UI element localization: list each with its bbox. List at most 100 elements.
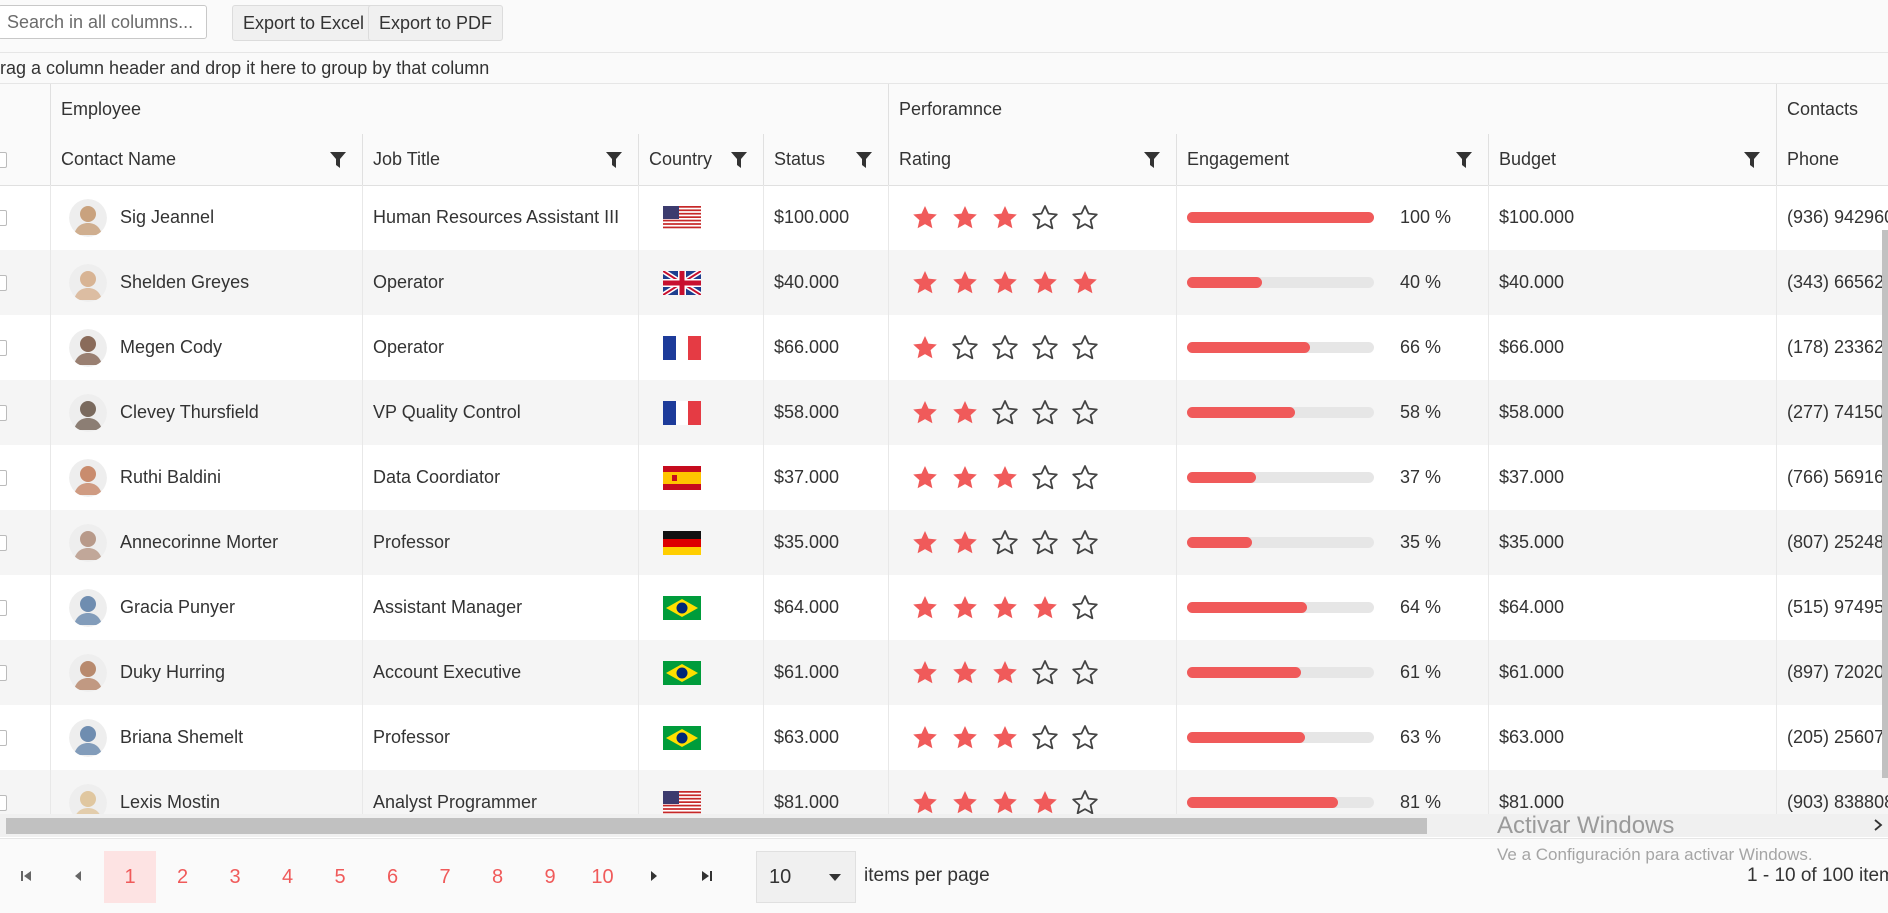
country-cell[interactable] [638, 380, 763, 445]
star-filled-icon[interactable] [911, 659, 939, 687]
column-header-budget[interactable]: Budget [1488, 134, 1776, 185]
country-cell[interactable] [638, 640, 763, 705]
job-title-cell[interactable]: Account Executive [362, 640, 638, 705]
row-checkbox[interactable] [0, 404, 7, 421]
table-row[interactable]: Lexis Mostin Analyst Programmer $81.000 … [0, 770, 1888, 814]
country-cell[interactable] [638, 315, 763, 380]
phone-cell[interactable]: (807) 252483 [1776, 510, 1888, 575]
job-title-cell[interactable]: Assistant Manager [362, 575, 638, 640]
status-cell[interactable]: $40.000 [763, 250, 888, 315]
search-input[interactable] [0, 5, 207, 39]
star-empty-icon[interactable] [1071, 399, 1099, 427]
phone-cell[interactable]: (205) 256079 [1776, 705, 1888, 770]
scroll-right-arrow-icon[interactable] [1872, 819, 1884, 831]
star-filled-icon[interactable] [951, 724, 979, 752]
page-1-button[interactable]: 1 [104, 851, 156, 903]
table-row[interactable]: Sig Jeannel Human Resources Assistant II… [0, 185, 1888, 250]
column-header-status[interactable]: Status [763, 134, 888, 185]
rating-cell[interactable] [888, 315, 1176, 380]
rating-cell[interactable] [888, 575, 1176, 640]
rating-cell[interactable] [888, 380, 1176, 445]
star-empty-icon[interactable] [1031, 529, 1059, 557]
table-row[interactable]: Gracia Punyer Assistant Manager $64.000 … [0, 575, 1888, 640]
page-8-button[interactable]: 8 [472, 851, 524, 903]
status-cell[interactable]: $63.000 [763, 705, 888, 770]
star-empty-icon[interactable] [1031, 724, 1059, 752]
phone-cell[interactable]: (343) 665627 [1776, 250, 1888, 315]
status-cell[interactable]: $66.000 [763, 315, 888, 380]
page-4-button[interactable]: 4 [262, 851, 314, 903]
header-group-employee[interactable]: Employee [50, 84, 888, 134]
rating-cell[interactable] [888, 640, 1176, 705]
budget-cell[interactable]: $64.000 [1488, 575, 1776, 640]
rating-stars[interactable] [911, 789, 1099, 815]
job-title-cell[interactable]: Analyst Programmer [362, 770, 638, 814]
engagement-cell[interactable]: 100 % [1176, 185, 1488, 250]
phone-cell[interactable]: (515) 974953 [1776, 575, 1888, 640]
star-filled-icon[interactable] [911, 724, 939, 752]
star-empty-icon[interactable] [1071, 529, 1099, 557]
star-filled-icon[interactable] [911, 269, 939, 297]
star-filled-icon[interactable] [991, 724, 1019, 752]
table-row[interactable]: Annecorinne Morter Professor $35.000 35 … [0, 510, 1888, 575]
contact-name-cell[interactable]: Lexis Mostin [50, 770, 362, 814]
row-checkbox[interactable] [0, 339, 7, 356]
job-title-cell[interactable]: Data Coordiator [362, 445, 638, 510]
star-filled-icon[interactable] [951, 594, 979, 622]
contact-name-cell[interactable]: Ruthi Baldini [50, 445, 362, 510]
star-filled-icon[interactable] [991, 204, 1019, 232]
star-empty-icon[interactable] [1031, 659, 1059, 687]
phone-cell[interactable]: (897) 720203 [1776, 640, 1888, 705]
row-checkbox[interactable] [0, 664, 7, 681]
group-panel[interactable]: rag a column header and drop it here to … [0, 53, 1888, 84]
engagement-cell[interactable]: 40 % [1176, 250, 1488, 315]
budget-cell[interactable]: $58.000 [1488, 380, 1776, 445]
page-5-button[interactable]: 5 [314, 851, 366, 903]
row-checkbox[interactable] [0, 469, 7, 486]
filter-icon[interactable] [856, 151, 872, 168]
star-filled-icon[interactable] [951, 399, 979, 427]
star-empty-icon[interactable] [1071, 724, 1099, 752]
budget-cell[interactable]: $40.000 [1488, 250, 1776, 315]
filter-icon[interactable] [1144, 151, 1160, 168]
table-row[interactable]: Shelden Greyes Operator $40.000 40 % $40… [0, 250, 1888, 315]
engagement-cell[interactable]: 37 % [1176, 445, 1488, 510]
star-filled-icon[interactable] [991, 594, 1019, 622]
filter-icon[interactable] [606, 151, 622, 168]
page-10-button[interactable]: 10 [577, 851, 629, 903]
job-title-cell[interactable]: VP Quality Control [362, 380, 638, 445]
engagement-cell[interactable]: 64 % [1176, 575, 1488, 640]
star-filled-icon[interactable] [911, 334, 939, 362]
job-title-cell[interactable]: Operator [362, 250, 638, 315]
contact-name-cell[interactable]: Briana Shemelt [50, 705, 362, 770]
star-filled-icon[interactable] [911, 594, 939, 622]
star-empty-icon[interactable] [1071, 334, 1099, 362]
engagement-cell[interactable]: 81 % [1176, 770, 1488, 814]
star-filled-icon[interactable] [991, 659, 1019, 687]
row-checkbox[interactable] [0, 209, 7, 226]
row-checkbox[interactable] [0, 729, 7, 746]
row-checkbox[interactable] [0, 794, 7, 811]
rating-cell[interactable] [888, 250, 1176, 315]
rating-stars[interactable] [911, 334, 1099, 362]
star-filled-icon[interactable] [951, 269, 979, 297]
budget-cell[interactable]: $61.000 [1488, 640, 1776, 705]
column-header-job-title[interactable]: Job Title [362, 134, 638, 185]
job-title-cell[interactable]: Professor [362, 510, 638, 575]
star-filled-icon[interactable] [911, 204, 939, 232]
star-filled-icon[interactable] [991, 269, 1019, 297]
page-6-button[interactable]: 6 [367, 851, 419, 903]
country-cell[interactable] [638, 510, 763, 575]
export-excel-button[interactable]: Export to Excel [232, 5, 376, 41]
previous-page-button[interactable] [52, 839, 104, 913]
row-checkbox[interactable] [0, 274, 7, 291]
star-filled-icon[interactable] [951, 464, 979, 492]
status-cell[interactable]: $100.000 [763, 185, 888, 250]
row-checkbox[interactable] [0, 599, 7, 616]
budget-cell[interactable]: $66.000 [1488, 315, 1776, 380]
star-empty-icon[interactable] [991, 334, 1019, 362]
contact-name-cell[interactable]: Sig Jeannel [50, 185, 362, 250]
column-header-engagement[interactable]: Engagement [1176, 134, 1488, 185]
phone-cell[interactable]: (766) 569161 [1776, 445, 1888, 510]
first-page-button[interactable] [0, 839, 52, 913]
